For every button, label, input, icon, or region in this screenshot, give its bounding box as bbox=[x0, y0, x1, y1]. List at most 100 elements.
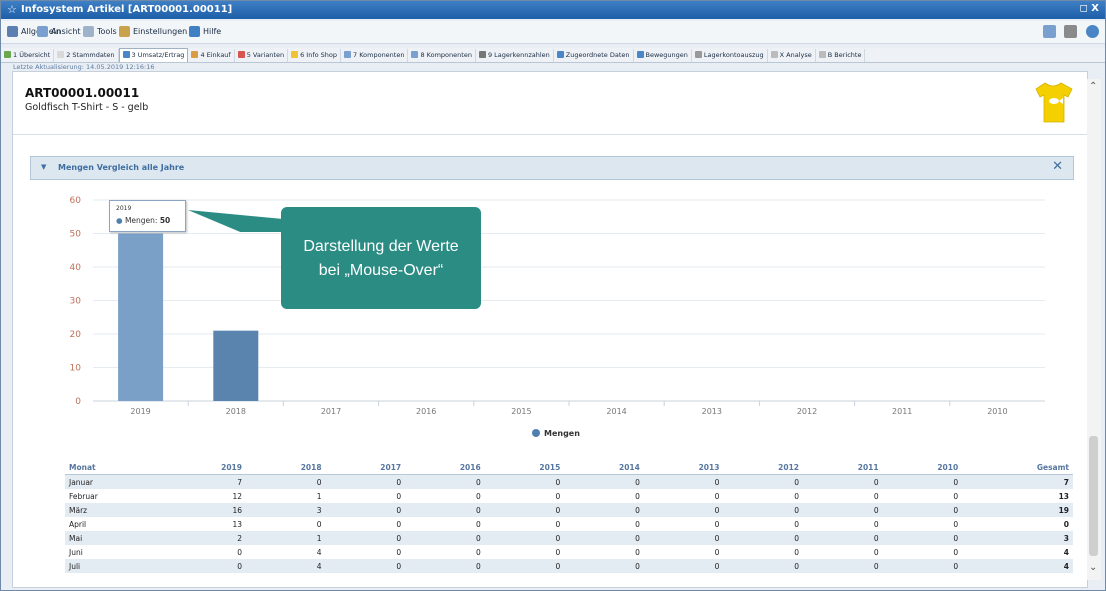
menu-label: Ansicht bbox=[51, 27, 81, 36]
chart-legend[interactable]: Mengen bbox=[532, 429, 580, 438]
print-icon[interactable] bbox=[1064, 25, 1078, 38]
table-row: Juli 0 4 0 0 0 0 0 0 0 0 4 bbox=[65, 559, 1073, 573]
x-tick-label: 2011 bbox=[892, 407, 912, 416]
table-cell: 0 bbox=[325, 503, 406, 517]
tab-label: B Berichte bbox=[827, 51, 862, 59]
column-header[interactable]: 2010 bbox=[882, 460, 963, 475]
table-cell: 19 bbox=[962, 503, 1073, 517]
tab[interactable]: X Analyse bbox=[768, 49, 816, 62]
table-cell: 0 bbox=[237, 547, 242, 557]
window-title: Infosystem Artikel [ART00001.00011] bbox=[21, 4, 233, 15]
scroll-down-icon[interactable]: ⌄ bbox=[1089, 562, 1097, 573]
column-header[interactable]: Gesamt bbox=[962, 460, 1073, 475]
table-cell: 0 bbox=[803, 559, 883, 573]
tab[interactable]: B Berichte bbox=[816, 49, 866, 62]
tab[interactable]: 8 Komponenten bbox=[408, 49, 476, 62]
menu-icon bbox=[37, 26, 48, 37]
column-header[interactable]: 2014 bbox=[564, 460, 644, 475]
menu-item[interactable]: Ansicht bbox=[37, 26, 81, 37]
table-cell: 0 bbox=[643, 503, 724, 517]
table-cell: 0 bbox=[325, 559, 406, 573]
column-header[interactable]: 2015 bbox=[484, 460, 565, 475]
callout-line-1: Darstellung der Werte bbox=[303, 238, 459, 255]
column-header[interactable]: 2019 bbox=[166, 460, 246, 475]
table-cell: 0 bbox=[564, 474, 644, 489]
x-tick-label: 2018 bbox=[226, 407, 246, 416]
menu-item[interactable]: Hilfe bbox=[189, 26, 221, 37]
menu-item[interactable]: Tools bbox=[83, 26, 117, 37]
tab[interactable]: 2 Stammdaten bbox=[54, 49, 119, 62]
scroll-up-icon[interactable]: ⌃ bbox=[1089, 81, 1097, 92]
menu-label: Hilfe bbox=[203, 27, 222, 36]
window-controls[interactable]: ◻ X bbox=[1080, 3, 1100, 14]
notes-icon[interactable] bbox=[1042, 25, 1056, 38]
column-header[interactable]: 2011 bbox=[803, 460, 883, 475]
tab-label: Zugeordnete Daten bbox=[565, 51, 630, 59]
callout-line-2: bei „Mouse-Over“ bbox=[318, 262, 444, 279]
table-cell: 3 bbox=[962, 531, 1073, 545]
column-header[interactable]: 2012 bbox=[723, 460, 804, 475]
table-cell: 0 bbox=[564, 531, 644, 545]
table-cell: 0 bbox=[484, 531, 565, 545]
app-window: ☆ Infosystem Artikel [ART00001.00011] ◻ … bbox=[0, 0, 1106, 591]
menu-label: Tools bbox=[97, 27, 117, 36]
table-cell: 0 bbox=[882, 559, 963, 573]
tab-label: 7 Komponenten bbox=[353, 51, 405, 59]
table-cell: April bbox=[69, 519, 87, 529]
table-cell: 0 bbox=[166, 559, 246, 573]
tab-label: 6 Info Shop bbox=[300, 51, 338, 59]
x-tick-label: 2017 bbox=[321, 407, 341, 416]
table-cell: 0 bbox=[953, 547, 959, 557]
tab[interactable]: 1 Übersicht bbox=[1, 49, 55, 62]
table-cell: 0 bbox=[564, 503, 644, 517]
tab-icon bbox=[770, 51, 778, 58]
column-header[interactable]: 2013 bbox=[643, 460, 724, 475]
table-cell: 0 bbox=[794, 519, 800, 529]
legend-marker bbox=[532, 429, 540, 437]
table-cell: Januar bbox=[65, 474, 167, 489]
table-cell: 0 bbox=[484, 559, 565, 573]
table-cell: 0 bbox=[396, 547, 402, 557]
tab[interactable]: 5 Varianten bbox=[235, 49, 289, 62]
menu-icon bbox=[189, 26, 200, 37]
table-cell: 7 bbox=[166, 474, 246, 489]
column-header[interactable]: 2018 bbox=[245, 460, 326, 475]
tab[interactable]: Zugeordnete Daten bbox=[554, 49, 634, 62]
table-cell: 0 bbox=[882, 503, 963, 517]
tab[interactable]: Lagerkontoauszug bbox=[692, 49, 768, 62]
table-cell: 1 bbox=[245, 531, 326, 545]
title-bar: ☆ Infosystem Artikel [ART00001.00011] ◻ … bbox=[1, 1, 1105, 19]
table-cell: 0 bbox=[803, 474, 883, 489]
refresh-icon[interactable] bbox=[1086, 25, 1099, 38]
callout-pointer bbox=[188, 210, 283, 232]
table-row: Februar 12 1 0 0 0 0 0 0 0 0 13 bbox=[65, 489, 1073, 503]
column-header[interactable]: Monat bbox=[65, 460, 167, 475]
column-header[interactable]: 2017 bbox=[325, 460, 406, 475]
table-cell: 0 bbox=[475, 547, 481, 557]
tab[interactable]: 3 Umsatz/Ertrag bbox=[118, 48, 189, 62]
tab[interactable]: 6 Info Shop bbox=[288, 49, 342, 62]
close-icon[interactable]: ✕ bbox=[1052, 159, 1063, 174]
table-cell: 0 bbox=[555, 491, 561, 501]
menu-item[interactable]: Einstellungen bbox=[119, 26, 187, 37]
table-cell: 0 bbox=[794, 547, 800, 557]
tab-label: Bewegungen bbox=[645, 51, 688, 59]
table-row: Mai 2 1 0 0 0 0 0 0 0 0 3 bbox=[65, 531, 1073, 545]
table-header-row: Monat 2019 2018 2017 2016 2015 2014 2013 2012 201… bbox=[65, 460, 1073, 475]
x-tick-label: 2019 bbox=[130, 407, 150, 416]
table-cell: 0 bbox=[714, 519, 720, 529]
table-cell: 0 bbox=[635, 547, 640, 557]
column-header[interactable]: 2016 bbox=[405, 460, 485, 475]
data-table: Monat 2019 2018 2017 2016 2015 2014 2013 2012 201… bbox=[65, 460, 1073, 573]
toolbar-right-icons bbox=[1037, 25, 1099, 40]
tab[interactable]: 7 Komponenten bbox=[341, 49, 409, 62]
tab-icon bbox=[237, 51, 245, 58]
scroll-thumb[interactable] bbox=[1089, 436, 1098, 556]
tab[interactable]: Bewegungen bbox=[634, 49, 692, 62]
menu-label: Einstellungen bbox=[133, 27, 188, 36]
table-cell: 16 bbox=[166, 503, 246, 517]
tab-icon bbox=[636, 51, 644, 58]
menu-bar: AllgemeinAnsichtToolsEinstellungenHilfe bbox=[1, 21, 1105, 44]
tab[interactable]: 4 Einkauf bbox=[188, 49, 235, 62]
tab[interactable]: 9 Lagerkennzahlen bbox=[476, 49, 554, 62]
